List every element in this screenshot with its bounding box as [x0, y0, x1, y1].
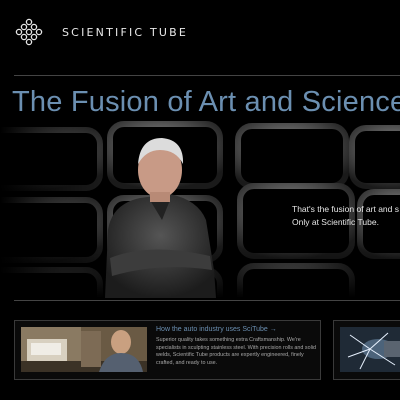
- feature-card-secondary[interactable]: [333, 320, 400, 380]
- hero-divider: [14, 300, 400, 301]
- feature-image-sparks[interactable]: [340, 327, 400, 372]
- feature-image-auto-industry[interactable]: [21, 327, 147, 372]
- hero-tagline-line-1: That's the fusion of art and s: [292, 204, 399, 214]
- hero-headline: The Fusion of Art and Science: [12, 86, 400, 118]
- header-divider: [14, 75, 400, 76]
- feature-card-auto-industry[interactable]: How the auto industry uses SciTube → Sup…: [14, 320, 321, 380]
- hero-tagline-line-2: Only at Scientific Tube.: [292, 217, 379, 227]
- hero-tagline: That's the fusion of art and s Only at S…: [292, 203, 399, 229]
- site-header: SCIENTIFIC TUBE: [0, 0, 400, 70]
- feature-description: Superior quality takes something extra C…: [156, 337, 316, 366]
- feature-link-auto-industry[interactable]: How the auto industry uses SciTube →: [156, 326, 277, 333]
- diamond-dot-grid-icon[interactable]: [15, 18, 43, 46]
- brand-name[interactable]: SCIENTIFIC TUBE: [62, 26, 188, 39]
